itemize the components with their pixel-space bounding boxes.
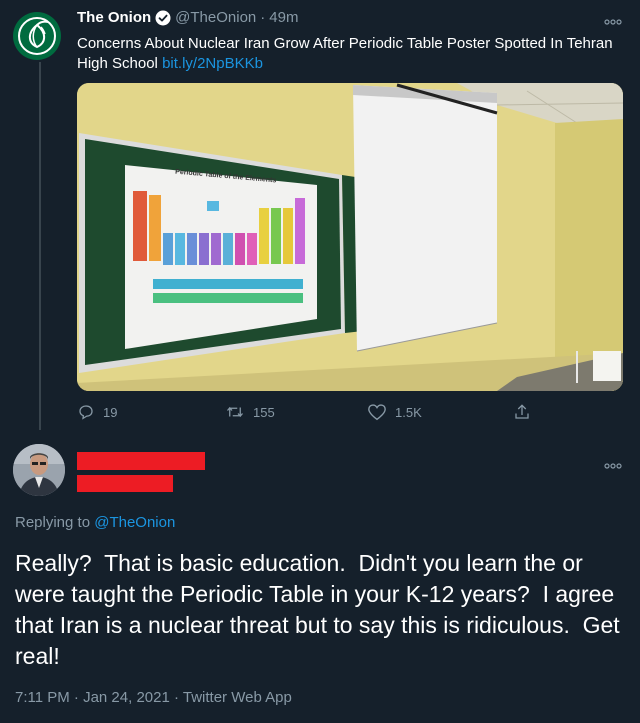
share-icon <box>515 404 529 419</box>
author-name[interactable]: The Onion <box>77 9 151 26</box>
reply-more-options-icon[interactable] <box>604 456 622 473</box>
retweet-count: 155 <box>253 404 275 420</box>
tweet-time[interactable]: 49m <box>269 9 298 26</box>
reply-count: 19 <box>103 404 118 420</box>
like-button[interactable]: 1.5K <box>367 403 422 421</box>
tweet-header: The Onion @TheOnion · 49m <box>77 9 298 26</box>
verified-badge-icon <box>155 10 171 26</box>
thread-connector-line <box>39 62 41 430</box>
more-options-icon[interactable] <box>604 12 622 29</box>
share-button[interactable] <box>513 403 531 421</box>
replying-to-handle[interactable]: @TheOnion <box>94 514 175 531</box>
retweet-icon <box>227 406 243 418</box>
replying-to-prefix: Replying to <box>15 514 91 531</box>
reply-author-avatar[interactable] <box>13 444 65 496</box>
author-handle[interactable]: @TheOnion <box>175 9 256 26</box>
reply-icon <box>79 405 93 420</box>
person-photo <box>13 444 65 496</box>
tweet-action-bar: 19 155 1.5K <box>77 399 547 425</box>
the-onion-avatar[interactable] <box>13 12 61 60</box>
retweet-button[interactable]: 155 <box>225 403 275 421</box>
tweet-body: Concerns About Nuclear Iran Grow After P… <box>77 35 613 72</box>
like-icon <box>368 404 386 421</box>
tweet-link[interactable]: bit.ly/2NpBKKb <box>162 55 263 72</box>
classroom-photo <box>77 83 623 391</box>
reply-button[interactable]: 19 <box>77 403 117 421</box>
reply-timestamp[interactable]: 7:11 PM · Jan 24, 2021 · Twitter Web App <box>15 689 292 706</box>
header-separator: · <box>260 9 266 26</box>
redacted-handle <box>77 475 173 492</box>
replying-to-line: Replying to @TheOnion <box>15 514 175 531</box>
tweet-text: Concerns About Nuclear Iran Grow After P… <box>77 34 617 74</box>
redacted-display-name <box>77 452 205 470</box>
onion-logo-icon <box>18 17 56 55</box>
tweet-media-image[interactable]: Periodic Table of the Elements <box>77 83 623 391</box>
reply-text: Really? That is basic education. Didn't … <box>15 550 627 669</box>
like-count: 1.5K <box>395 404 422 420</box>
